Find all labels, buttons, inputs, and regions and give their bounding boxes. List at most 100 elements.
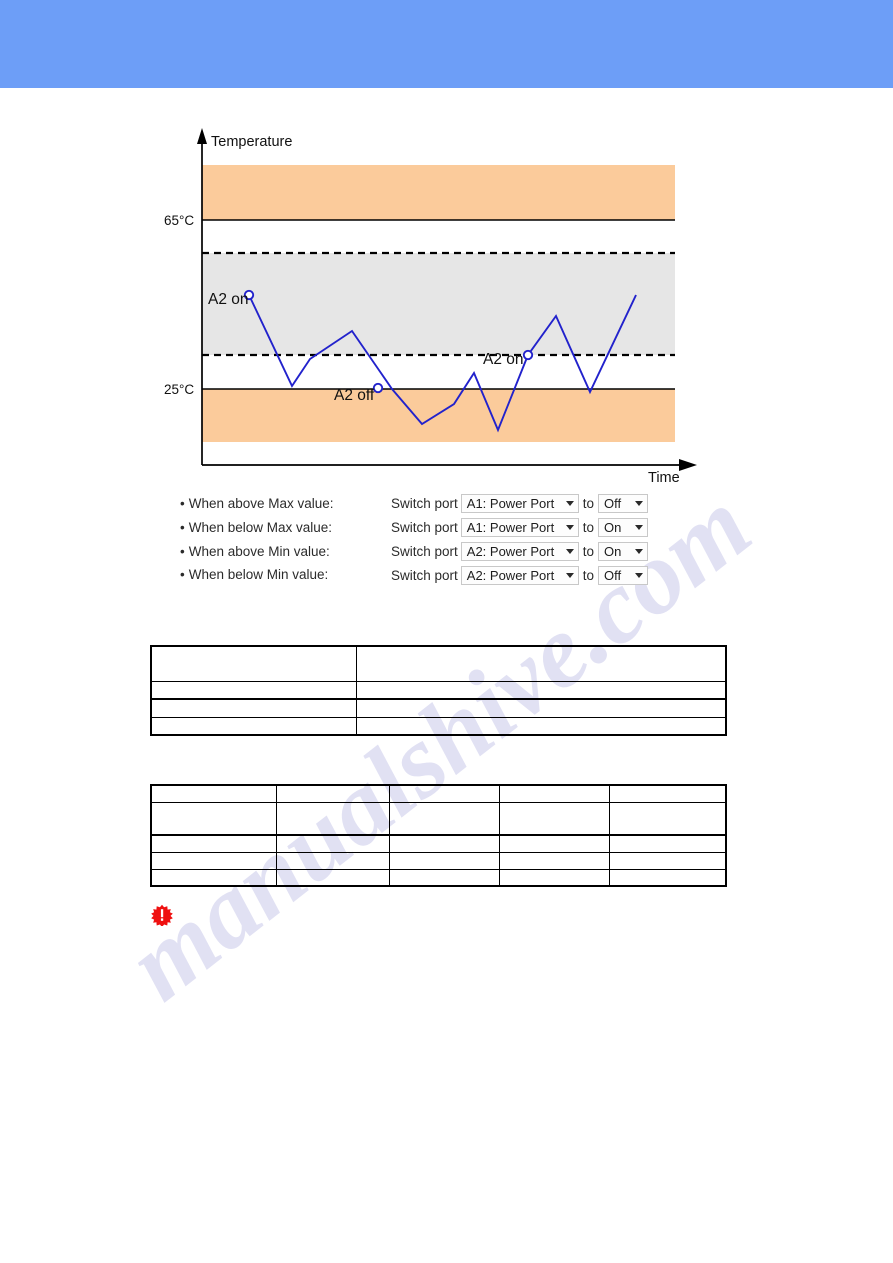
- port-select-below-max[interactable]: A1: Power Port: [460, 518, 579, 538]
- table-row: [150, 716, 727, 736]
- table-cell: [150, 784, 277, 803]
- rule-text: When below Max value:: [188, 519, 333, 535]
- table-cell: [388, 834, 500, 853]
- table-cell: [608, 868, 727, 887]
- warning-burst-icon: [151, 904, 173, 927]
- table-cell: [150, 680, 357, 700]
- chevron-down-icon: [565, 525, 574, 531]
- marker-a2-on-2: [522, 349, 534, 361]
- marker-label-a2-on-1: A2 on: [208, 291, 249, 308]
- table-cell: [275, 851, 390, 870]
- port-select-above-max[interactable]: A1: Power Port: [460, 494, 579, 514]
- table-cell: [150, 698, 357, 718]
- table-cell: [388, 801, 500, 836]
- table-cell: [355, 716, 727, 736]
- x-axis-title: Time: [648, 470, 680, 486]
- rule-label-above-min: • When above Min value:: [180, 540, 395, 564]
- table-cell: [150, 645, 357, 682]
- y-tick-label-max: 65°C: [164, 213, 194, 228]
- switch-port-label: Switch port: [391, 543, 458, 559]
- table-cell: [150, 801, 277, 836]
- action-row-below-min: Switch port A2: Power Port to Off: [391, 563, 649, 587]
- action-row-above-min: Switch port A2: Power Port to On: [391, 540, 649, 564]
- table-cell: [608, 834, 727, 853]
- table-cell: [355, 680, 727, 700]
- switch-port-label: Switch port: [391, 520, 458, 536]
- chevron-down-icon: [635, 525, 644, 531]
- table-cell: [150, 851, 277, 870]
- y-axis-title: Temperature: [211, 134, 292, 150]
- marker-label-a2-off: A2 off: [334, 387, 375, 404]
- table-cell: [275, 784, 390, 803]
- y-tick-label-min: 25°C: [164, 382, 194, 397]
- state-select-value: On: [604, 543, 622, 559]
- chevron-down-icon: [635, 572, 644, 578]
- table-cell: [150, 834, 277, 853]
- action-rows: Switch port A1: Power Port to Off Switch…: [391, 492, 649, 587]
- table-row: [150, 868, 727, 887]
- table-cell: [608, 851, 727, 870]
- state-select-below-max[interactable]: On: [598, 518, 649, 538]
- table-cell: [498, 834, 610, 853]
- bullet-icon: •: [180, 496, 185, 511]
- rule-label-below-min: • When below Min value:: [180, 563, 395, 587]
- action-row-above-max: Switch port A1: Power Port to Off: [391, 492, 649, 516]
- to-label: to: [582, 567, 595, 583]
- table-row: [150, 698, 727, 718]
- rule-text: When above Max value:: [188, 496, 334, 511]
- table-row: [150, 834, 727, 853]
- table-cell: [355, 698, 727, 718]
- action-row-below-max: Switch port A1: Power Port to On: [391, 516, 649, 540]
- table-row: [150, 851, 727, 870]
- table-cell: [498, 851, 610, 870]
- table-row: [150, 784, 727, 803]
- switch-port-label: Switch port: [391, 567, 458, 583]
- table-cell: [498, 801, 610, 836]
- table-cell: [498, 784, 610, 803]
- table-row: [150, 680, 727, 700]
- band-hysteresis: [202, 253, 675, 355]
- marker-label-a2-on-2: A2 on: [483, 351, 524, 368]
- table-cell: [275, 801, 390, 836]
- bullet-icon: •: [180, 519, 185, 535]
- table-cell: [388, 784, 500, 803]
- rules-label-list: • When above Max value: • When below Max v…: [180, 492, 395, 587]
- port-select-value: A1: Power Port: [466, 520, 555, 536]
- bullet-icon: •: [180, 543, 185, 559]
- port-select-above-min[interactable]: A2: Power Port: [460, 541, 579, 561]
- rule-text: When above Min value:: [188, 543, 330, 559]
- table-cell: [388, 851, 500, 870]
- table-row: [150, 801, 727, 836]
- spec-table-two: [150, 784, 727, 887]
- to-label: to: [582, 543, 595, 559]
- to-label: to: [582, 520, 595, 536]
- bullet-icon: •: [180, 567, 185, 583]
- table-cell: [355, 645, 727, 682]
- state-select-below-min[interactable]: Off: [598, 565, 649, 585]
- chevron-down-icon: [565, 572, 574, 578]
- spec-table-one: [150, 645, 727, 736]
- rule-label-below-max: • When below Max value:: [180, 516, 395, 540]
- switch-port-label: Switch port: [391, 496, 458, 512]
- rule-label-above-max: • When above Max value:: [180, 492, 395, 516]
- chevron-down-icon: [565, 548, 574, 554]
- table-row: [150, 645, 727, 682]
- temperature-threshold-chart: Temperature Time 65°C 25°C A2 on A2 off …: [0, 108, 893, 488]
- rule-text: When below Min value:: [188, 567, 329, 583]
- state-select-above-max[interactable]: Off: [598, 494, 649, 514]
- state-select-value: On: [604, 520, 622, 536]
- table-cell: [275, 834, 390, 853]
- to-label: to: [582, 496, 595, 512]
- table-cell: [608, 784, 727, 803]
- port-select-below-min[interactable]: A2: Power Port: [460, 565, 579, 585]
- marker-a2-off: [372, 382, 384, 394]
- port-select-value: A2: Power Port: [466, 567, 555, 583]
- band-below-min: [202, 389, 675, 442]
- port-select-value: A2: Power Port: [466, 543, 555, 559]
- state-select-above-min[interactable]: On: [598, 541, 649, 561]
- band-above-max: [202, 165, 675, 220]
- table-cell: [608, 801, 727, 836]
- table-cell: [275, 868, 390, 887]
- y-axis-arrow-icon: [197, 128, 207, 144]
- x-axis-arrow-icon: [679, 459, 697, 471]
